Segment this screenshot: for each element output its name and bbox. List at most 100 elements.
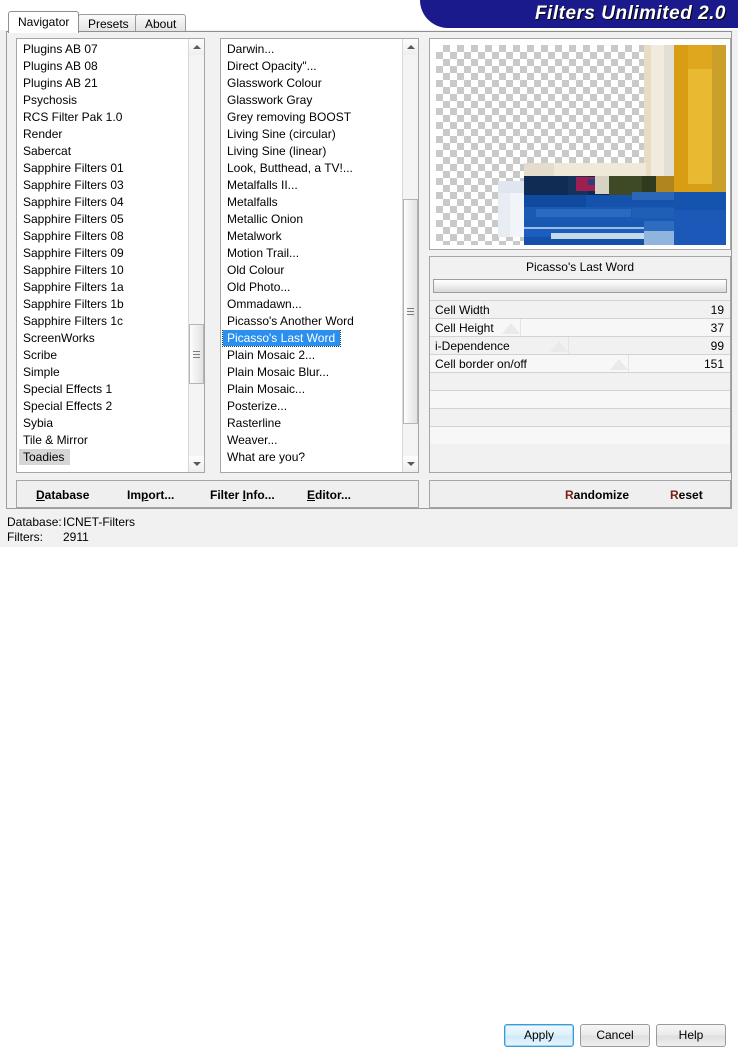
list-item[interactable]: Special Effects 2 [17,398,187,415]
parameters-pane: Picasso's Last Word Cell Width 19 Cell Hei… [429,256,731,473]
list-item[interactable]: Special Effects 1 [17,381,187,398]
filter-list-items[interactable]: Darwin... Direct Opacity"... Glasswork Col… [221,41,401,466]
right-command-bar: Randomize Reset [429,480,731,508]
list-item[interactable]: Sapphire Filters 05 [17,211,187,228]
preview-image [436,45,726,245]
list-item[interactable]: Sapphire Filters 01 [17,160,187,177]
category-listbox[interactable]: Plugins AB 07 Plugins AB 08 Plugins AB 21 P… [16,38,205,473]
apply-button[interactable]: Apply [504,1024,574,1047]
list-item[interactable]: Ommadawn... [221,296,401,313]
category-scrollbar[interactable] [188,39,204,472]
filter-scrollbar[interactable] [402,39,418,472]
list-item[interactable]: Plain Mosaic... [221,381,401,398]
parameter-title: Picasso's Last Word [430,257,730,278]
category-list-items[interactable]: Plugins AB 07 Plugins AB 08 Plugins AB 21 P… [17,41,187,466]
list-item[interactable]: Metallic Onion [221,211,401,228]
list-item[interactable]: Old Photo... [221,279,401,296]
list-item[interactable]: Plugins AB 07 [17,41,187,58]
list-item[interactable]: Sabercat [17,143,187,160]
list-item[interactable]: RCS Filter Pak 1.0 [17,109,187,126]
navigator-panel: Plugins AB 07 Plugins AB 08 Plugins AB 21 P… [6,31,732,509]
list-item[interactable]: Sapphire Filters 03 [17,177,187,194]
list-item[interactable]: ScreenWorks [17,330,187,347]
list-item[interactable]: Glasswork Gray [221,92,401,109]
editor-button[interactable]: Editor... [307,485,351,505]
filter-info-button[interactable]: Filter Info... [210,485,275,505]
list-item[interactable]: Sapphire Filters 1c [17,313,187,330]
list-item[interactable]: Old Colour [221,262,401,279]
list-item[interactable]: Psychosis [17,92,187,109]
list-item[interactable]: Sapphire Filters 1a [17,279,187,296]
database-button[interactable]: Database [36,485,89,505]
tab-navigator[interactable]: Navigator [8,11,80,33]
category-scroll-down-button[interactable] [189,456,204,472]
list-item[interactable]: Weaver... [221,432,401,449]
chevron-down-icon [192,462,201,466]
parameter-name: Cell Width [435,303,490,317]
list-item[interactable]: Scribe [17,347,187,364]
list-item[interactable]: Living Sine (circular) [221,126,401,143]
list-item[interactable]: Sapphire Filters 08 [17,228,187,245]
list-item[interactable]: Plain Mosaic 2... [221,347,401,364]
list-item[interactable]: What are you? [221,449,401,466]
parameter-name: i-Dependence [435,339,510,353]
category-scroll-up-button[interactable] [189,39,204,55]
list-item[interactable]: Rasterline [221,415,401,432]
parameter-row[interactable]: i-Dependence 99 [430,336,730,354]
parameter-name: Cell Height [435,321,494,335]
list-item[interactable]: Living Sine (linear) [221,143,401,160]
list-item[interactable]: Simple [17,364,187,381]
slider-tick [568,337,569,354]
slider-tick [628,355,629,372]
help-button[interactable]: Help [656,1024,726,1047]
slider-marker-icon[interactable] [610,359,628,370]
parameter-value: 151 [703,357,724,371]
filter-listbox[interactable]: Darwin... Direct Opacity"... Glasswork Col… [220,38,419,473]
list-item[interactable]: Sapphire Filters 1b [17,296,187,313]
list-item[interactable]: Sapphire Filters 04 [17,194,187,211]
cancel-button[interactable]: Cancel [580,1024,650,1047]
list-item[interactable]: Posterize... [221,398,401,415]
parameter-row[interactable]: Cell border on/off 151 [430,354,730,372]
list-item[interactable]: Metalwork [221,228,401,245]
list-item[interactable]: Picasso's Last Word [221,330,401,347]
list-item[interactable]: Sybia [17,415,187,432]
database-label: Database: [7,515,62,529]
tab-presets[interactable]: Presets [78,14,139,32]
list-item[interactable]: Metalfalls [221,194,401,211]
list-item[interactable]: Grey removing BOOST [221,109,401,126]
parameter-row[interactable]: Cell Width 19 [430,300,730,318]
import-button[interactable]: Import... [127,485,174,505]
filter-scroll-up-button[interactable] [403,39,418,55]
preview-pane[interactable] [429,38,731,250]
list-item[interactable]: Sapphire Filters 09 [17,245,187,262]
list-item[interactable]: Tile & Mirror [17,432,187,449]
list-item[interactable]: Plugins AB 08 [17,58,187,75]
grip-icon [407,306,414,317]
category-scroll-thumb[interactable] [189,324,204,384]
list-item[interactable]: Plain Mosaic Blur... [221,364,401,381]
list-item[interactable]: Darwin... [221,41,401,58]
list-item[interactable]: Render [17,126,187,143]
list-item[interactable]: Motion Trail... [221,245,401,262]
randomize-button[interactable]: Randomize [565,485,629,505]
reset-button[interactable]: Reset [670,485,703,505]
list-item[interactable]: Metalfalls II... [221,177,401,194]
parameter-value: 37 [710,321,724,335]
slider-marker-icon[interactable] [502,323,520,334]
list-item-label-selected: Picasso's Last Word [221,330,342,347]
filter-scroll-thumb[interactable] [403,199,418,424]
list-item[interactable]: Picasso's Another Word [221,313,401,330]
list-item[interactable]: Toadies [17,449,187,466]
slider-marker-icon[interactable] [550,341,568,352]
parameter-rows[interactable]: Cell Width 19 Cell Height 37 i-Dependence 99 C… [430,300,730,472]
list-item[interactable]: Glasswork Colour [221,75,401,92]
parameter-progress-bar[interactable] [433,279,727,293]
list-item[interactable]: Look, Butthead, a TV!... [221,160,401,177]
tab-about[interactable]: About [135,14,187,32]
list-item[interactable]: Sapphire Filters 10 [17,262,187,279]
parameter-row[interactable]: Cell Height 37 [430,318,730,336]
list-item[interactable]: Direct Opacity"... [221,58,401,75]
filter-scroll-down-button[interactable] [403,456,418,472]
list-item[interactable]: Plugins AB 21 [17,75,187,92]
